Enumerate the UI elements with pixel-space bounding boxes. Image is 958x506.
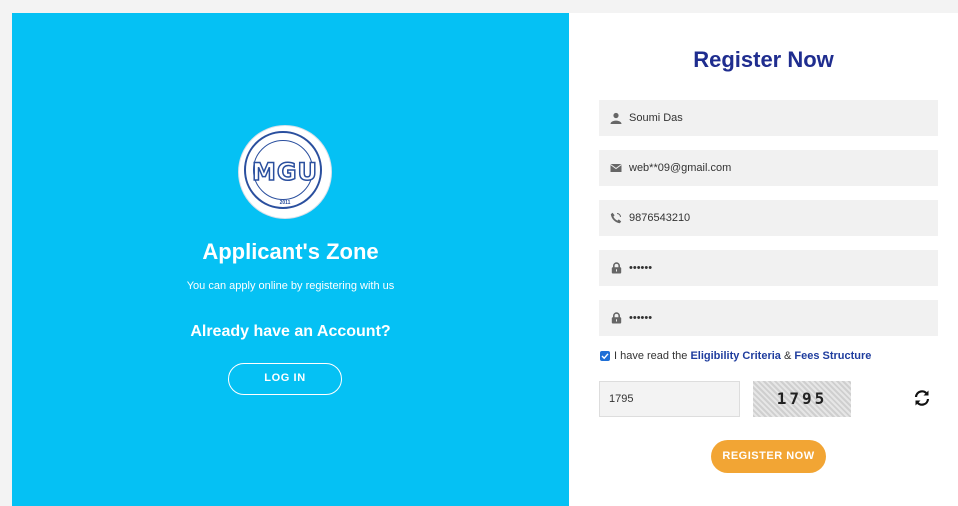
refresh-captcha-icon[interactable]	[913, 389, 931, 407]
phone-value: 9876543210	[629, 212, 691, 224]
register-title: Register Now	[693, 47, 834, 72]
applicant-zone-title: Applicant's Zone	[202, 239, 379, 264]
applicant-zone-panel: MGU 2011 Applicant's Zone You can apply …	[12, 13, 569, 506]
already-account-text: Already have an Account?	[190, 323, 391, 340]
login-button[interactable]: LOG IN	[228, 363, 342, 395]
email-field[interactable]: web**09@gmail.com	[599, 150, 938, 186]
logo-year: 2011	[279, 200, 291, 206]
name-field[interactable]: Soumi Das	[599, 100, 938, 136]
phone-icon	[609, 211, 623, 225]
password-field[interactable]: ••••••	[599, 250, 938, 286]
lock-icon	[609, 261, 623, 275]
captcha-image: 1795	[753, 381, 851, 417]
logo-text: MGU	[251, 157, 319, 187]
agree-prefix: I have read the	[614, 350, 688, 362]
captcha-input[interactable]: 1795	[599, 381, 740, 417]
register-now-button[interactable]: REGISTER NOW	[711, 440, 826, 473]
agree-and: &	[783, 350, 792, 362]
agree-row: I have read the Eligibility Criteria & F…	[600, 350, 871, 362]
confirm-password-value: ••••••	[629, 312, 653, 324]
password-value: ••••••	[629, 262, 653, 274]
lock-icon	[609, 311, 623, 325]
name-value: Soumi Das	[629, 112, 683, 124]
agree-checkbox[interactable]	[600, 351, 610, 361]
fees-structure-link[interactable]: Fees Structure	[794, 350, 871, 362]
phone-field[interactable]: 9876543210	[599, 200, 938, 236]
applicant-zone-subtitle: You can apply online by registering with…	[186, 280, 395, 292]
user-icon	[609, 111, 623, 125]
envelope-icon	[609, 161, 623, 175]
confirm-password-field[interactable]: ••••••	[599, 300, 938, 336]
email-value: web**09@gmail.com	[629, 162, 732, 174]
register-panel: Register Now Soumi Das web**09@gmail.com…	[569, 13, 958, 506]
eligibility-criteria-link[interactable]: Eligibility Criteria	[690, 350, 780, 362]
mgu-logo: MGU 2011	[239, 126, 331, 218]
